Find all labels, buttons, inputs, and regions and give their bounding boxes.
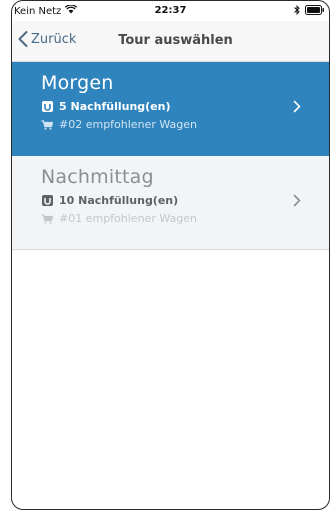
clock: 22:37 (154, 5, 187, 16)
refill-count-row: 5 Nachfüllung(en) (41, 98, 329, 115)
tour-name: Nachmittag (41, 166, 154, 188)
cart-icon (41, 119, 53, 131)
tour-item-nachmittag[interactable]: Nachmittag 10 Nachfüllung(en) #01 empfoh… (12, 156, 329, 250)
refill-count: 5 Nachfüllung(en) (59, 100, 171, 113)
status-right (294, 4, 325, 18)
tour-item-morgen[interactable]: Morgen 5 Nachfüllung(en) #02 empfohlener… (12, 62, 329, 156)
tour-name: Morgen (41, 72, 114, 94)
refill-icon (41, 101, 53, 113)
bluetooth-icon (294, 4, 300, 18)
page-title: Tour auswählen (118, 33, 233, 48)
refill-count-row: 10 Nachfüllung(en) (41, 192, 329, 209)
recommended-cart: #01 empfohlener Wagen (59, 212, 197, 225)
cart-icon (41, 213, 53, 225)
refill-icon (41, 195, 53, 207)
chevron-right-icon (293, 98, 301, 117)
battery-icon (305, 5, 325, 18)
phone-frame: Kein Netz 22:37 Zurück Tour auswählen Mo… (11, 0, 330, 510)
navigation-bar: Zurück Tour auswählen (12, 21, 329, 62)
status-bar: Kein Netz 22:37 (12, 1, 329, 21)
chevron-right-icon (293, 192, 301, 211)
cart-row: #01 empfohlener Wagen (41, 210, 329, 227)
cart-row: #02 empfohlener Wagen (41, 116, 329, 133)
recommended-cart: #02 empfohlener Wagen (59, 118, 197, 131)
refill-count: 10 Nachfüllung(en) (59, 194, 179, 207)
